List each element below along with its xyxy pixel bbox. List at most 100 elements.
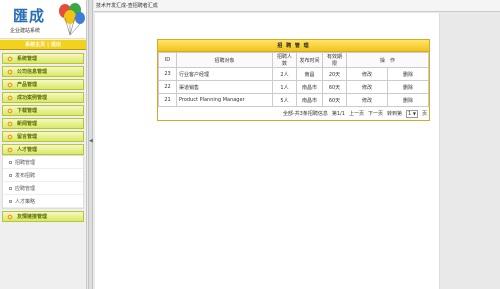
flower-icon — [6, 68, 13, 75]
sidebar: 匯成 企业建站系统 系统主页 | 退出 系统管理 公司信息管理 产品管理 成功案… — [0, 0, 87, 289]
goto-label: 转到第 — [386, 111, 402, 117]
cell-target: 渠道销售 — [176, 80, 273, 94]
cell-valid: 60天 — [322, 80, 347, 94]
menu-label: 系统管理 — [17, 56, 38, 62]
page-select[interactable]: 1 ▼ — [405, 109, 418, 118]
balloons-icon — [59, 3, 85, 36]
main-area: 技术开发汇成-查招聘者汇成 招 聘 管 理 ID 招聘对象 招聘人数 发布时间 … — [94, 0, 500, 289]
content-frame: 招 聘 管 理 ID 招聘对象 招聘人数 发布时间 有效期限 操 作 23 行业… — [95, 13, 440, 289]
delete-link[interactable]: 删除 — [387, 80, 429, 94]
account-bar: 系统主页 | 退出 — [0, 39, 86, 50]
menu-label: 下载管理 — [17, 108, 38, 114]
col-count: 招聘人数 — [272, 52, 297, 68]
cell-valid: 20天 — [322, 67, 347, 81]
menu-system[interactable]: 系统管理 — [2, 53, 84, 64]
edit-link[interactable]: 修改 — [346, 93, 388, 107]
menu-label: 成功案例管理 — [17, 95, 48, 101]
cell-count: 5人 — [272, 93, 297, 107]
menu-downloads[interactable]: 下载管理 — [2, 105, 84, 116]
menu-label: 友情链接管理 — [17, 214, 48, 220]
cell-target: Product Planning Manager — [176, 93, 273, 107]
side-menu: 系统管理 公司信息管理 产品管理 成功案例管理 下载管理 新闻管理 留言管理 人… — [0, 53, 86, 222]
menu-label: 人才管理 — [17, 147, 38, 153]
col-target: 招聘对象 — [176, 52, 273, 68]
breadcrumb-text: 技术开发汇成-查招聘者汇成 — [96, 3, 158, 9]
logo: 匯成 企业建站系统 — [0, 0, 86, 39]
sidebar-splitter[interactable]: ◀ — [88, 0, 93, 289]
menu-label: 产品管理 — [17, 82, 38, 88]
home-link[interactable]: 系统主页 — [25, 41, 45, 48]
recruit-panel: 招 聘 管 理 ID 招聘对象 招聘人数 发布时间 有效期限 操 作 23 行业… — [157, 39, 430, 121]
pager-summary: 全部-共3条招聘信息 — [282, 111, 328, 117]
table-header-row: ID 招聘对象 招聘人数 发布时间 有效期限 操 作 — [158, 52, 429, 68]
submenu-label: 人才策略 — [15, 198, 36, 205]
menu-products[interactable]: 产品管理 — [2, 79, 84, 90]
chevron-down-icon: ▼ — [412, 111, 416, 116]
table-row: 23 行业客户经理 2人 南昌 20天 修改 删除 — [158, 67, 429, 81]
pager: 全部-共3条招聘信息 第1/1 上一页 下一页 转到第 1 ▼ 页 — [158, 107, 429, 120]
cell-count: 2人 — [272, 67, 297, 81]
cell-target: 行业客户经理 — [176, 67, 273, 81]
flower-icon — [6, 107, 13, 114]
flower-icon — [6, 146, 13, 153]
col-valid: 有效期限 — [322, 52, 347, 68]
bullet-icon — [9, 186, 12, 190]
separator: | — [47, 41, 49, 48]
delete-link[interactable]: 删除 — [387, 93, 429, 107]
col-actions: 操 作 — [346, 52, 429, 68]
edit-link[interactable]: 修改 — [346, 67, 388, 81]
collapse-arrow-icon[interactable]: ◀ — [89, 138, 93, 144]
menu-links[interactable]: 友情链接管理 — [2, 211, 84, 222]
submenu-item-recruit-manage[interactable]: 招聘管理 — [3, 156, 83, 169]
logo-title: 匯成 — [13, 7, 46, 25]
flower-icon — [6, 55, 13, 62]
col-date: 发布时间 — [296, 52, 323, 68]
menu-company[interactable]: 公司信息管理 — [2, 66, 84, 77]
flower-icon — [6, 81, 13, 88]
table-row: 21 Product Planning Manager 5人 南昌市 60天 修… — [158, 93, 429, 107]
recruit-table: ID 招聘对象 招聘人数 发布时间 有效期限 操 作 23 行业客户经理 2人 … — [158, 52, 429, 107]
cell-date: 南昌市 — [296, 80, 323, 94]
panel-title: 招 聘 管 理 — [158, 40, 429, 52]
menu-news[interactable]: 新闻管理 — [2, 118, 84, 129]
bullet-icon — [9, 160, 12, 164]
menu-cases[interactable]: 成功案例管理 — [2, 92, 84, 103]
bullet-icon — [9, 199, 12, 203]
submenu-item-talent-strategy[interactable]: 人才策略 — [3, 195, 83, 208]
menu-label: 公司信息管理 — [17, 69, 48, 75]
cell-count: 1人 — [272, 80, 297, 94]
bullet-icon — [9, 173, 12, 177]
cell-valid: 60天 — [322, 93, 347, 107]
col-id: ID — [158, 52, 177, 68]
talent-submenu: 招聘管理 发布招聘 应聘管理 人才策略 — [2, 155, 84, 209]
flower-icon — [6, 213, 13, 220]
submenu-item-applications[interactable]: 应聘管理 — [3, 182, 83, 195]
pager-page: 第1/1 — [331, 111, 345, 117]
next-page-link[interactable]: 下一页 — [368, 110, 383, 117]
menu-talent[interactable]: 人才管理 — [2, 144, 84, 155]
submenu-label: 发布招聘 — [15, 172, 36, 179]
prev-page-link[interactable]: 上一页 — [349, 110, 364, 117]
flower-icon — [6, 120, 13, 127]
submenu-item-publish-recruit[interactable]: 发布招聘 — [3, 169, 83, 182]
cell-date: 南昌市 — [296, 93, 323, 107]
submenu-label: 招聘管理 — [15, 159, 36, 166]
menu-label: 新闻管理 — [17, 121, 38, 127]
page-suffix: 页 — [421, 111, 427, 117]
submenu-label: 应聘管理 — [15, 185, 36, 192]
cell-date: 南昌 — [296, 67, 323, 81]
logout-link[interactable]: 退出 — [51, 41, 61, 48]
menu-messages[interactable]: 留言管理 — [2, 131, 84, 142]
flower-icon — [6, 133, 13, 140]
cell-id: 22 — [158, 80, 177, 94]
breadcrumb: 技术开发汇成-查招聘者汇成 — [94, 0, 500, 12]
delete-link[interactable]: 删除 — [387, 67, 429, 81]
edit-link[interactable]: 修改 — [346, 80, 388, 94]
table-row: 22 渠道销售 1人 南昌市 60天 修改 删除 — [158, 80, 429, 94]
flower-icon — [6, 94, 13, 101]
page-select-value: 1 — [407, 110, 412, 117]
menu-label: 留言管理 — [17, 134, 38, 140]
cell-id: 23 — [158, 67, 177, 81]
cell-id: 21 — [158, 93, 177, 107]
logo-subtitle: 企业建站系统 — [10, 28, 41, 34]
